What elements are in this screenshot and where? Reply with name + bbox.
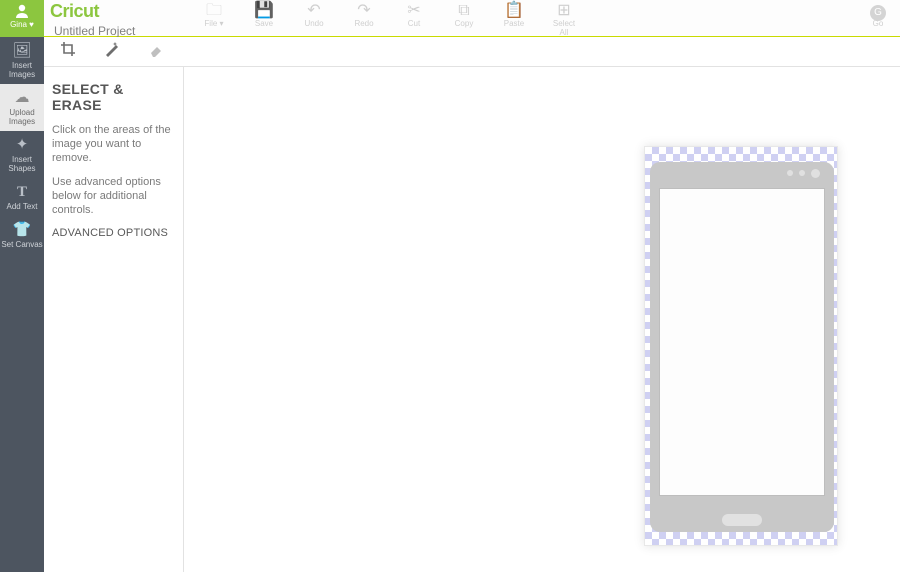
rail-label: Insert Images xyxy=(9,61,35,79)
file-menu[interactable]: 🗀 File ▾ xyxy=(200,2,228,28)
phone-home-button xyxy=(722,514,762,526)
crop-tool[interactable] xyxy=(60,41,76,62)
sidebar-item-insert-shapes[interactable]: ✦ Insert Shapes xyxy=(0,131,44,178)
user-name: Gina ♥ xyxy=(0,21,44,29)
panel-title: SELECT & ERASE xyxy=(52,81,175,113)
rail-label: Insert Shapes xyxy=(8,155,35,173)
user-icon xyxy=(14,3,30,19)
select-erase-panel: SELECT & ERASE Click on the areas of the… xyxy=(44,67,184,572)
sidebar-item-set-canvas[interactable]: 👕 Set Canvas xyxy=(0,216,44,254)
phone-artwork xyxy=(650,162,834,532)
select-all-button[interactable]: ⊞ Select All xyxy=(550,2,578,37)
text-icon: T xyxy=(0,184,44,200)
top-toolbar: 🗀 File ▾ 💾 Save ↶ Undo ↷ Redo ✂ Cut ⧉ Co… xyxy=(200,2,892,35)
redo-button[interactable]: ↷ Redo xyxy=(350,2,378,28)
crop-icon xyxy=(60,41,76,57)
undo-button[interactable]: ↶ Undo xyxy=(300,2,328,28)
paste-icon: 📋 xyxy=(500,2,528,20)
blank-icon xyxy=(650,2,678,20)
sensor-dot xyxy=(787,170,793,176)
toolbar-spacer-2 xyxy=(650,2,678,19)
rail-label: Add Text xyxy=(7,202,38,211)
paste-button[interactable]: 📋 Paste xyxy=(500,2,528,28)
uploaded-image[interactable] xyxy=(644,146,838,546)
folder-icon: 🗀 xyxy=(200,2,228,20)
file-label: File ▾ xyxy=(200,19,228,28)
shapes-icon: ✦ xyxy=(0,137,44,153)
redo-icon: ↷ xyxy=(350,2,378,20)
blank-icon xyxy=(600,2,628,20)
cut-button[interactable]: ✂ Cut xyxy=(400,2,428,28)
panel-desc-1: Click on the areas of the image you want… xyxy=(52,123,175,165)
advanced-options-link[interactable]: ADVANCED OPTIONS xyxy=(52,227,175,239)
canvas-area[interactable] xyxy=(184,67,900,572)
copy-label: Copy xyxy=(450,19,478,28)
eraser-tool[interactable] xyxy=(148,41,164,62)
app-header: Gina ♥ Cricut Untitled Project 🗀 File ▾ … xyxy=(0,0,900,37)
phone-screen xyxy=(659,188,825,496)
select-all-icon: ⊞ xyxy=(550,2,578,20)
left-rail: 🖼 Insert Images ☁ Upload Images ✦ Insert… xyxy=(0,37,44,572)
copy-button[interactable]: ⧉ Copy xyxy=(450,2,478,28)
go-icon: G xyxy=(864,2,892,20)
phone-sensors xyxy=(787,170,820,178)
undo-icon: ↶ xyxy=(300,2,328,20)
panel-desc-2: Use advanced options below for additiona… xyxy=(52,175,175,217)
camera-dot xyxy=(811,169,820,178)
rail-label: Upload Images xyxy=(9,108,35,126)
eraser-icon xyxy=(148,41,164,57)
paste-label: Paste xyxy=(500,19,528,28)
sidebar-item-insert-images[interactable]: 🖼 Insert Images xyxy=(0,37,44,84)
cut-icon: ✂ xyxy=(400,2,428,20)
go-button[interactable]: G Go xyxy=(864,2,892,28)
magic-wand-icon xyxy=(104,41,120,57)
copy-icon: ⧉ xyxy=(450,2,478,20)
brand-logo: Cricut xyxy=(50,1,99,22)
sidebar-item-add-text[interactable]: T Add Text xyxy=(0,178,44,216)
save-label: Save xyxy=(250,19,278,28)
cut-label: Cut xyxy=(400,19,428,28)
sidebar-item-upload-images[interactable]: ☁ Upload Images xyxy=(0,84,44,131)
edit-toolbar xyxy=(44,37,900,67)
sensor-dot xyxy=(799,170,805,176)
redo-label: Redo xyxy=(350,19,378,28)
rail-label: Set Canvas xyxy=(1,240,42,249)
image-icon: 🖼 xyxy=(0,43,44,59)
toolbar-spacer-1 xyxy=(600,2,628,19)
go-label: Go xyxy=(864,19,892,28)
undo-label: Undo xyxy=(300,19,328,28)
select-all-label: Select All xyxy=(550,19,578,37)
user-menu[interactable]: Gina ♥ xyxy=(0,0,44,37)
wand-tool[interactable] xyxy=(104,41,120,62)
save-button[interactable]: 💾 Save xyxy=(250,2,278,28)
cloud-icon: ☁ xyxy=(0,90,44,106)
project-title[interactable]: Untitled Project xyxy=(54,24,135,38)
save-icon: 💾 xyxy=(250,2,278,20)
tshirt-icon: 👕 xyxy=(0,222,44,238)
